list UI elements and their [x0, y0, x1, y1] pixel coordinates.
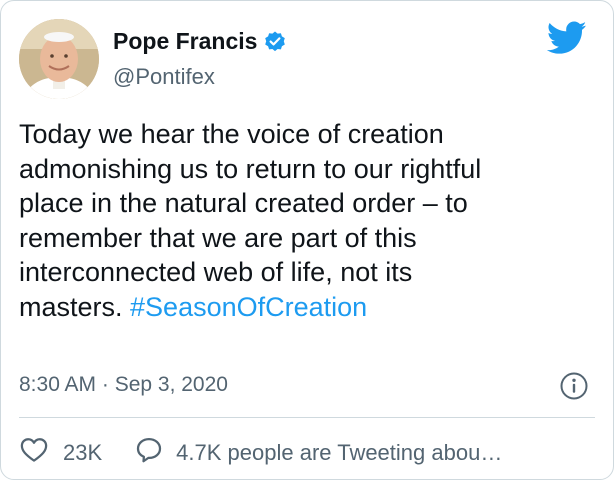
- tweet-text-line: place in the natural created order – to: [19, 188, 468, 218]
- hashtag-link[interactable]: #SeasonOfCreation: [130, 292, 367, 322]
- like-count: 23K: [63, 440, 103, 465]
- tweet-timestamp[interactable]: 8:30 AM · Sep 3, 2020: [19, 373, 228, 397]
- like-button[interactable]: 23K: [19, 435, 102, 471]
- verified-badge-icon: [263, 30, 287, 54]
- tweet-text-line: remember that we are part of this: [19, 222, 417, 253]
- heart-icon: [19, 435, 49, 471]
- tweet-text-line: masters.: [19, 291, 131, 322]
- author-handle[interactable]: @Pontifex: [113, 64, 215, 90]
- tweet-text-line: interconnected web of life, not its: [19, 257, 413, 287]
- avatar[interactable]: [19, 19, 99, 99]
- tweet-text: Today we hear the voice of creation admon…: [19, 117, 599, 324]
- author-display-name[interactable]: Pope Francis: [113, 28, 257, 55]
- info-icon[interactable]: [559, 371, 589, 401]
- author-name-row[interactable]: Pope Francis: [113, 28, 287, 55]
- tweet-text-line: Today we hear the voice of creation: [19, 119, 444, 149]
- tweet-card: Pope Francis @Pontifex Today we hear the…: [0, 0, 614, 480]
- tweet-text-line: admonishing us to return to our rightful: [19, 153, 482, 184]
- speech-bubble-icon: [134, 435, 164, 471]
- divider: [19, 417, 595, 418]
- conversation-button[interactable]: 4.7K people are Tweeting abou…: [134, 435, 502, 471]
- action-bar: 23K 4.7K people are Tweeting abou…: [19, 435, 502, 471]
- conversation-label: 4.7K people are Tweeting abou…: [176, 440, 503, 465]
- twitter-bird-icon[interactable]: [546, 21, 587, 55]
